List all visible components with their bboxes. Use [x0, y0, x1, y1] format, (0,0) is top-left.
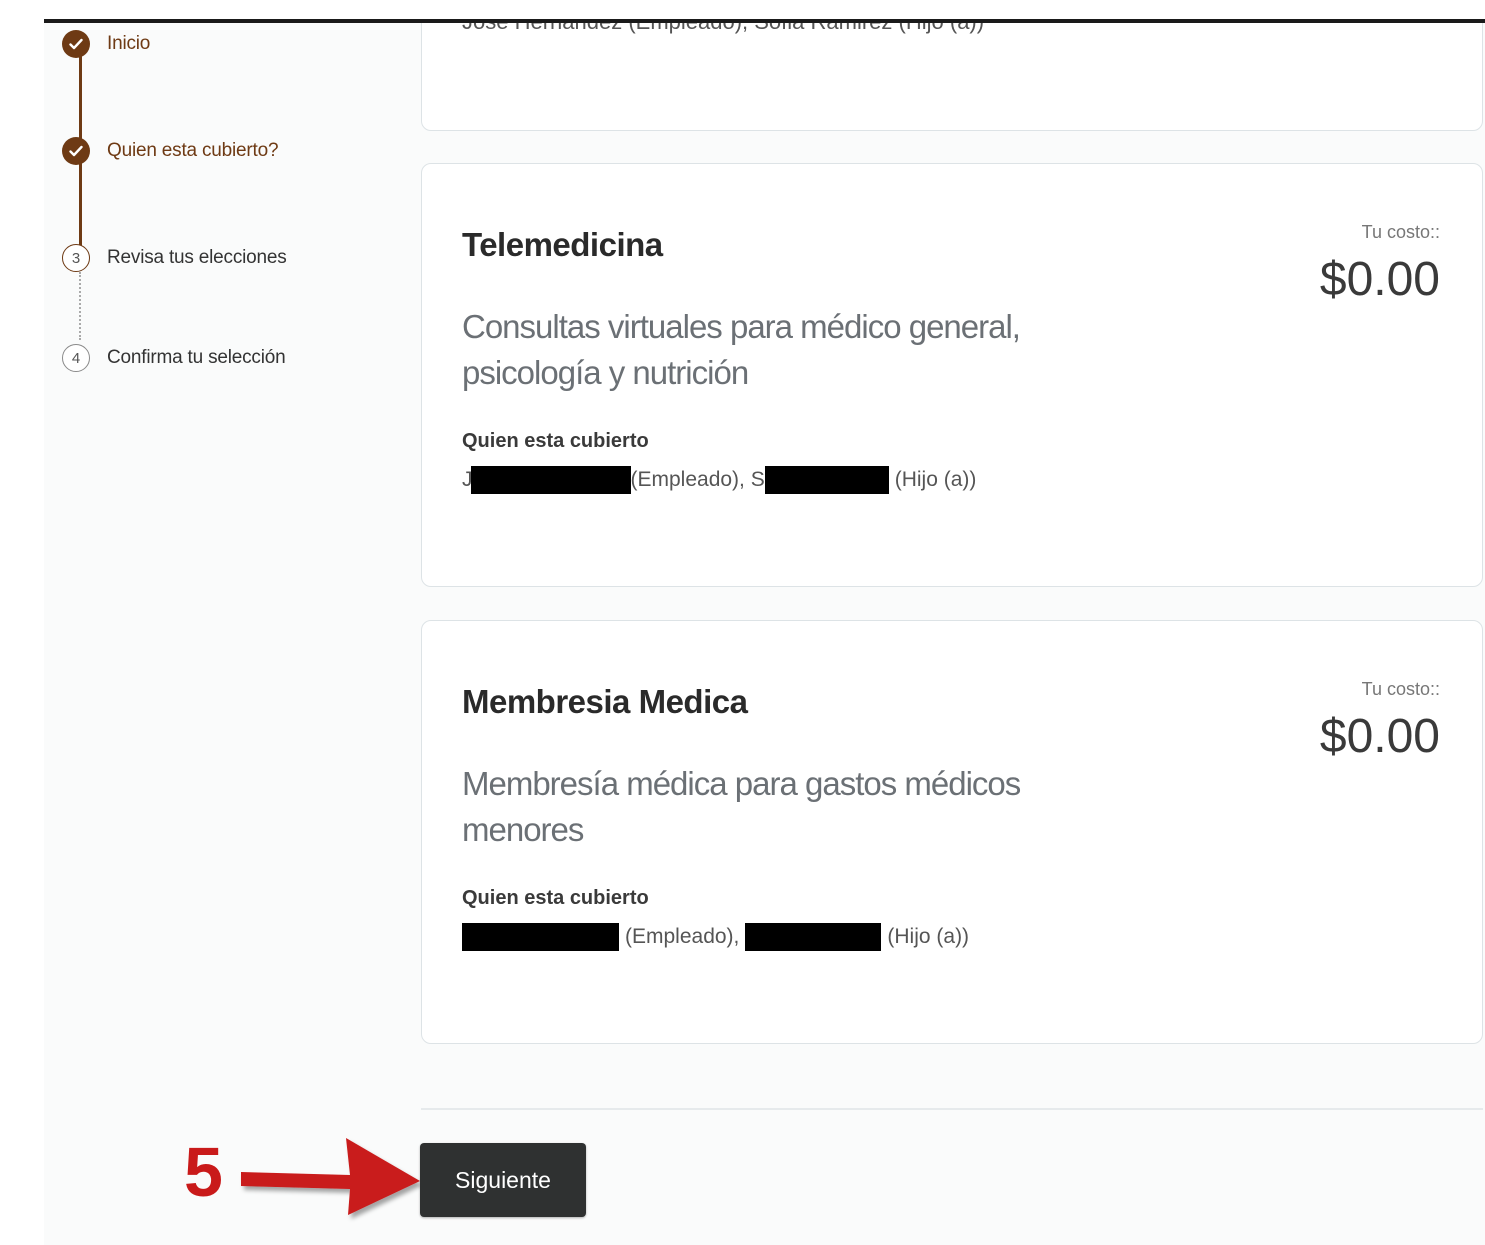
annotation-step-number: 5: [184, 1133, 223, 1211]
covered-heading: Quien esta cubierto: [462, 887, 649, 909]
step-number: 4: [62, 344, 90, 372]
benefit-card-membresia-medica: Membresia Medica Membresía médica para g…: [421, 620, 1483, 1044]
member-role: (Empleado),: [625, 925, 740, 948]
cost-label: Tu costo::: [1361, 222, 1440, 242]
stepper-connector-1: [79, 54, 82, 148]
step-label: Confirma tu selección: [107, 347, 286, 368]
member-role: (Empleado), S: [630, 468, 765, 491]
redacted-name: [745, 923, 882, 951]
check-icon: [62, 30, 90, 58]
step-revisa-tus-elecciones[interactable]: 3 Revisa tus elecciones: [62, 244, 287, 272]
member-role: (Hijo (a)): [887, 925, 970, 948]
member-role: (Hijo (a)): [894, 468, 977, 491]
step-label: Revisa tus elecciones: [107, 247, 287, 268]
annotation-arrow-icon: [241, 1138, 420, 1215]
redacted-name: [764, 466, 889, 494]
covered-heading: Quien esta cubierto: [462, 430, 649, 452]
card-description: Consultas virtuales para médico general,…: [462, 308, 1021, 391]
top-border-overlay: [44, 19, 1485, 23]
footer-divider: [421, 1108, 1483, 1110]
top-mask: [421, 0, 1485, 19]
progress-stepper: Inicio Quien esta cubierto? 3 Revisa tus…: [62, 26, 392, 386]
card-title: Membresia Medica: [462, 683, 748, 720]
card-description: Membresía médica para gastos médicos men…: [462, 765, 1021, 848]
step-label: Quien esta cubierto?: [107, 140, 279, 161]
stepper-connector-3: [79, 272, 81, 340]
cost-label: Tu costo::: [1361, 679, 1440, 699]
cost-value: $0.00: [1319, 253, 1440, 306]
covered-members: J (Empleado), S (Hijo (a)): [462, 466, 976, 494]
next-button[interactable]: Siguiente: [420, 1143, 586, 1217]
step-inicio[interactable]: Inicio: [62, 30, 150, 58]
step-number: 3: [62, 244, 90, 272]
step-confirma-tu-seleccion[interactable]: 4 Confirma tu selección: [62, 344, 286, 372]
cost-value: $0.00: [1319, 710, 1440, 763]
covered-members: (Empleado), (Hijo (a)): [462, 923, 969, 951]
card-title: Telemedicina: [462, 226, 663, 263]
check-icon: [62, 137, 90, 165]
stepper-connector-2: [79, 162, 82, 256]
redacted-name: [462, 923, 619, 951]
benefit-card-telemedicina: Telemedicina Consultas virtuales para mé…: [421, 163, 1483, 587]
step-quien-esta-cubierto[interactable]: Quien esta cubierto?: [62, 137, 279, 165]
redacted-name: [470, 466, 631, 494]
step-label: Inicio: [107, 33, 151, 54]
